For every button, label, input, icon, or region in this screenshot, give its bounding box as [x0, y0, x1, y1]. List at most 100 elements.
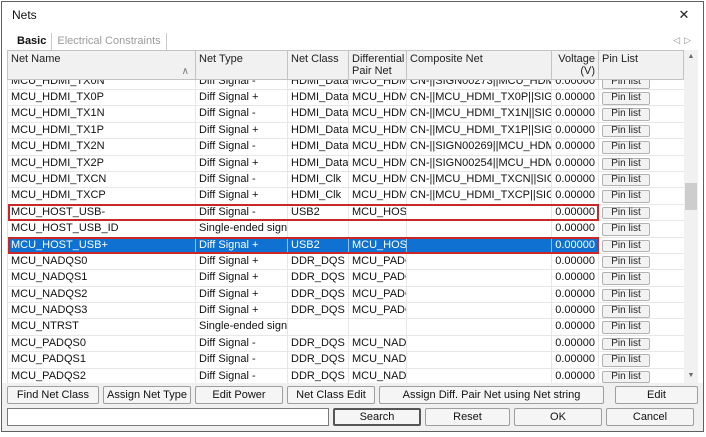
net-row[interactable]: MCU_HOST_USB_ID Single-ended signal 0.00…: [8, 221, 684, 237]
close-icon[interactable]: ✕: [676, 7, 692, 23]
pin-list-button[interactable]: Pin list: [602, 354, 650, 367]
net-class-cell: HDMI_Data: [288, 139, 349, 154]
net-row[interactable]: MCU_HDMI_TX2N Diff Signal - HDMI_Data MC…: [8, 139, 684, 155]
edit-power-voltage-button[interactable]: Edit Power Voltage: [195, 386, 283, 404]
reset-button[interactable]: Reset: [425, 408, 510, 426]
pin-list-cell: Pin list: [599, 172, 683, 187]
net-class-cell: DDR_DQS: [288, 303, 349, 318]
diff-pair-net-cell: MCU_HDMI_TX: [349, 90, 407, 105]
column-header[interactable]: Composite Net: [407, 51, 552, 79]
pin-list-button[interactable]: Pin list: [602, 338, 650, 351]
pin-list-cell: Pin list: [599, 106, 683, 121]
pin-list-button[interactable]: Pin list: [602, 108, 650, 121]
net-row[interactable]: MCU_HDMI_TXCN Diff Signal - HDMI_Clk MCU…: [8, 172, 684, 188]
net-type-cell: Diff Signal -: [196, 172, 288, 187]
composite-net-cell: CN-||MCU_HDMI_TXCP||SIGN002: [407, 188, 552, 203]
diff-pair-net-cell: MCU_HDMI_TX: [349, 106, 407, 121]
pin-list-button[interactable]: Pin list: [602, 272, 650, 285]
net-class-cell: HDMI_Data: [288, 106, 349, 121]
column-header-label: Voltage (V): [558, 53, 595, 77]
net-row[interactable]: MCU_HDMI_TX0P Diff Signal + HDMI_Data MC…: [8, 90, 684, 106]
column-header[interactable]: Voltage (V): [552, 51, 599, 79]
net-row[interactable]: MCU_HOST_USB+ Diff Signal + USB2 MCU_HOS…: [8, 238, 684, 254]
cancel-button[interactable]: Cancel: [606, 408, 694, 426]
pin-list-button[interactable]: Pin list: [602, 190, 650, 203]
net-row[interactable]: MCU_NADQS1 Diff Signal + DDR_DQS MCU_PAD…: [8, 270, 684, 286]
net-row[interactable]: MCU_NADQS2 Diff Signal + DDR_DQS MCU_PAD…: [8, 287, 684, 303]
net-class-cell: HDMI_Data: [288, 123, 349, 138]
title-bar[interactable]: Nets ✕: [2, 2, 703, 28]
composite-net-cell: [407, 221, 552, 236]
net-row[interactable]: MCU_PADQS0 Diff Signal - DDR_DQS MCU_NAD…: [8, 336, 684, 352]
tab-scroll-right-icon[interactable]: ▷: [684, 35, 695, 45]
pin-list-button[interactable]: Pin list: [602, 240, 650, 253]
pin-list-button[interactable]: Pin list: [602, 158, 650, 171]
diff-pair-net-cell: MCU_HDMI_TX: [349, 139, 407, 154]
composite-net-cell: CN-||MCU_HDMI_TX0P||SIGN002: [407, 90, 552, 105]
search-input[interactable]: [7, 408, 329, 426]
pin-list-button[interactable]: Pin list: [602, 80, 650, 89]
pin-list-button[interactable]: Pin list: [602, 141, 650, 154]
pin-list-button[interactable]: Pin list: [602, 305, 650, 318]
pin-list-button[interactable]: Pin list: [602, 289, 650, 302]
pin-list-button[interactable]: Pin list: [602, 321, 650, 334]
scroll-down-icon[interactable]: ▼: [684, 369, 698, 383]
net-row[interactable]: MCU_HDMI_TX1P Diff Signal + HDMI_Data MC…: [8, 123, 684, 139]
tab-electrical-constraints[interactable]: Electrical Constraints: [52, 33, 166, 50]
net-row[interactable]: MCU_NADQS3 Diff Signal + DDR_DQS MCU_PAD…: [8, 303, 684, 319]
net-class-edit-button[interactable]: Net Class Edit: [287, 386, 375, 404]
net-row[interactable]: MCU_HDMI_TX0N Diff Signal - HDMI_Data MC…: [8, 80, 684, 90]
edit-button[interactable]: Edit: [615, 386, 698, 404]
net-row[interactable]: MCU_PADQS1 Diff Signal - DDR_DQS MCU_NAD…: [8, 352, 684, 368]
column-header[interactable]: Net Class: [288, 51, 349, 79]
ok-button[interactable]: OK: [514, 408, 602, 426]
net-row[interactable]: MCU_PADQS2 Diff Signal - DDR_DQS MCU_NAD…: [8, 369, 684, 383]
net-row[interactable]: MCU_HDMI_TXCP Diff Signal + HDMI_Clk MCU…: [8, 188, 684, 204]
composite-net-cell: [407, 336, 552, 351]
net-row[interactable]: MCU_NTRST Single-ended signal 0.00000 Pi…: [8, 319, 684, 335]
net-name-cell: MCU_HOST_USB+: [8, 238, 196, 253]
pin-list-button[interactable]: Pin list: [602, 207, 650, 220]
pin-list-button[interactable]: Pin list: [602, 371, 650, 383]
tab-scroll-arrows[interactable]: ◁▷: [673, 35, 695, 46]
tab-basic[interactable]: Basic: [12, 33, 52, 50]
pin-list-cell: Pin list: [599, 205, 683, 220]
diff-pair-net-cell: MCU_HDMI_TX: [349, 156, 407, 171]
net-type-cell: Diff Signal -: [196, 336, 288, 351]
pin-list-cell: Pin list: [599, 221, 683, 236]
pin-list-button[interactable]: Pin list: [602, 223, 650, 236]
net-row[interactable]: MCU_NADQS0 Diff Signal + DDR_DQS MCU_PAD…: [8, 254, 684, 270]
search-button[interactable]: Search: [333, 408, 421, 426]
pin-list-button[interactable]: Pin list: [602, 92, 650, 105]
net-row[interactable]: MCU_HOST_USB- Diff Signal - USB2 MCU_HOS…: [8, 205, 684, 221]
tab-scroll-left-icon[interactable]: ◁: [673, 35, 684, 45]
net-class-cell: DDR_DQS: [288, 270, 349, 285]
column-header[interactable]: Differential Pair Net: [349, 51, 407, 79]
voltage-cell: 0.00000: [552, 106, 599, 121]
column-header[interactable]: Net Type: [196, 51, 288, 79]
dialog-button-row: Search Reset OK Cancel: [7, 408, 698, 426]
voltage-cell: 0.00000: [552, 369, 599, 383]
pin-list-button[interactable]: Pin list: [602, 174, 650, 187]
net-name-cell: MCU_HDMI_TXCP: [8, 188, 196, 203]
scrollbar-thumb[interactable]: [685, 183, 697, 210]
column-header[interactable]: Net Name ∧: [8, 51, 196, 79]
pin-list-cell: Pin list: [599, 336, 683, 351]
scroll-up-icon[interactable]: ▲: [684, 50, 698, 64]
net-type-cell: Single-ended signal: [196, 319, 288, 334]
column-header-label: Net Class: [291, 53, 339, 65]
net-row[interactable]: MCU_HDMI_TX2P Diff Signal + HDMI_Data MC…: [8, 156, 684, 172]
net-type-cell: Diff Signal -: [196, 352, 288, 367]
voltage-cell: 0.00000: [552, 172, 599, 187]
pin-list-button[interactable]: Pin list: [602, 125, 650, 138]
pin-list-cell: Pin list: [599, 90, 683, 105]
find-net-class-button[interactable]: Find Net Class: [7, 386, 99, 404]
pin-list-button[interactable]: Pin list: [602, 256, 650, 269]
column-header-label: Differential Pair Net: [352, 53, 404, 77]
assign-net-type-button[interactable]: Assign Net Type: [103, 386, 191, 404]
vertical-scrollbar[interactable]: ▲ ▼: [684, 50, 698, 383]
pin-list-cell: Pin list: [599, 369, 683, 383]
assign-diff-pair-net-button[interactable]: Assign Diff. Pair Net using Net string: [379, 386, 604, 404]
column-header[interactable]: Pin List: [599, 51, 683, 79]
net-row[interactable]: MCU_HDMI_TX1N Diff Signal - HDMI_Data MC…: [8, 106, 684, 122]
